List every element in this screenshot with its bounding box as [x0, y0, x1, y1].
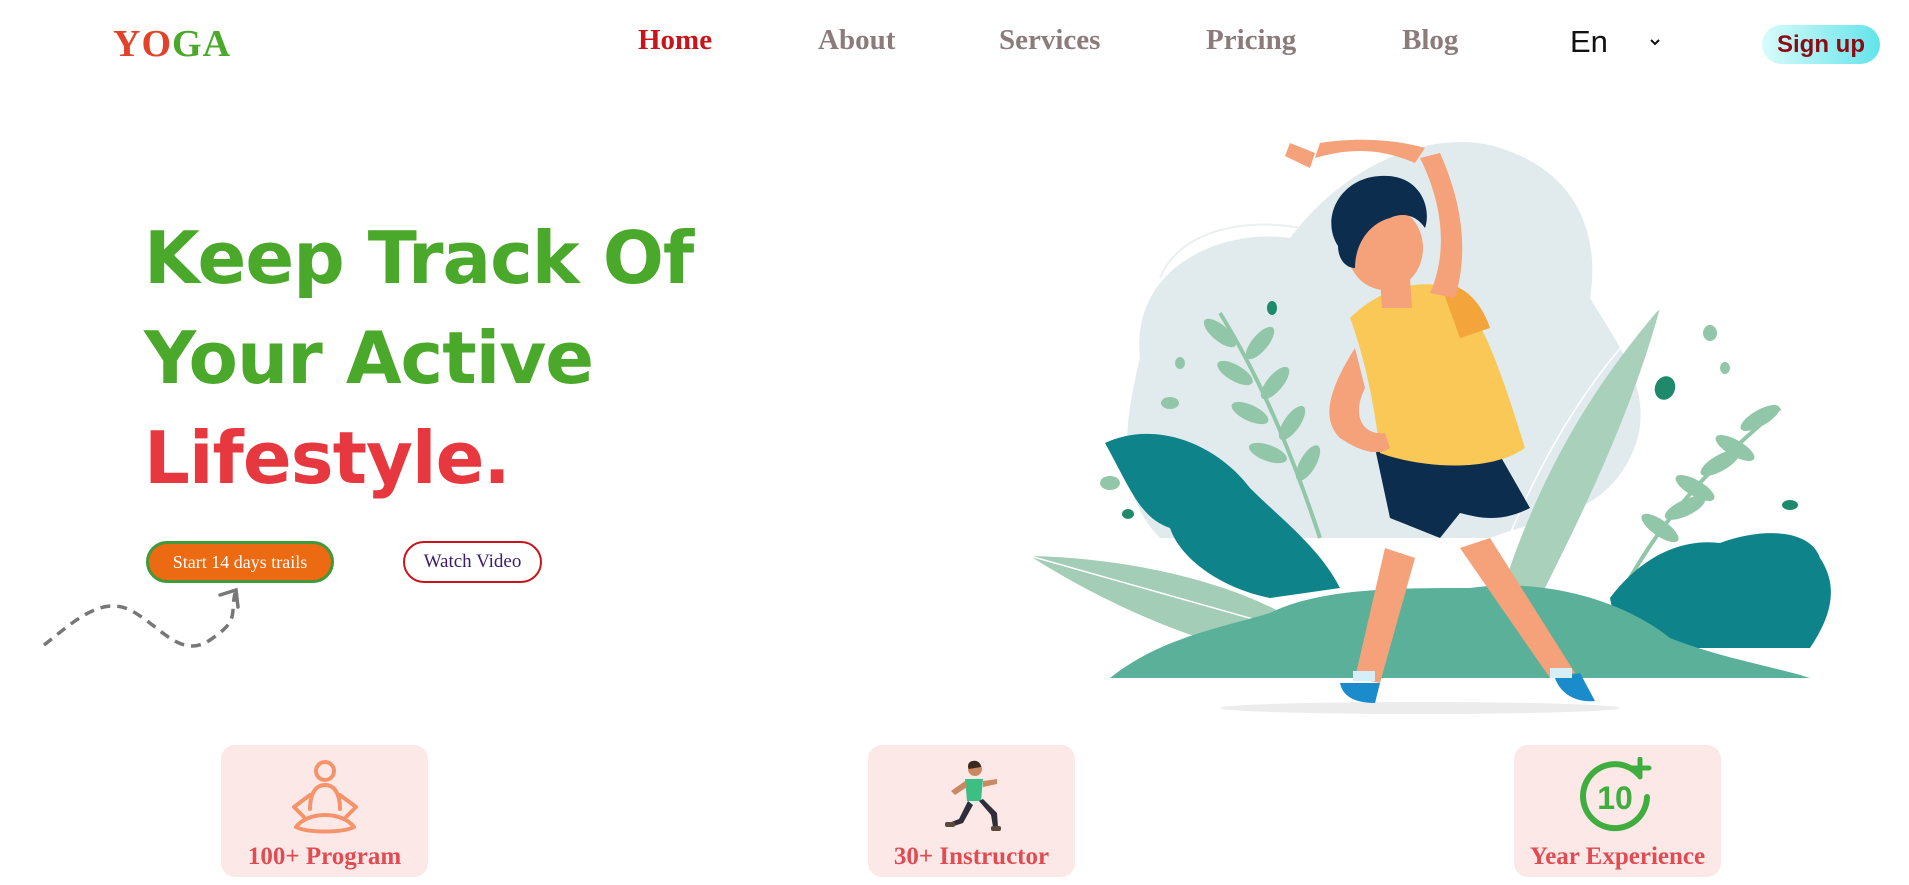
signup-button[interactable]: Sign up: [1762, 25, 1880, 64]
logo-letter: Y: [113, 23, 142, 65]
nav-home[interactable]: Home: [638, 24, 712, 57]
logo-letter: A: [202, 23, 232, 65]
stat-card-instructors: 30+ Instructor: [868, 745, 1075, 877]
meditation-icon: [291, 760, 358, 834]
headline-line-1: Keep Track Of: [144, 216, 694, 300]
running-person-icon: [944, 760, 1001, 831]
nav-blog[interactable]: Blog: [1402, 24, 1458, 57]
stat-label: 100+ Program: [247, 843, 402, 870]
ten-badge-text: 10: [1597, 780, 1633, 816]
stat-card-experience: 10 Year Experience: [1514, 745, 1721, 877]
watch-video-button[interactable]: Watch Video: [403, 541, 542, 583]
language-value: En: [1570, 24, 1608, 59]
hero-headline: Keep Track Of Your Active Lifestyle.: [144, 208, 694, 508]
stat-label: 30+ Instructor: [893, 843, 1050, 870]
headline-line-2: Your Active: [144, 316, 594, 400]
stat-card-programs: 100+ Program: [221, 745, 428, 877]
logo-letter: O: [141, 23, 173, 65]
chevron-down-icon: [1650, 39, 1660, 46]
language-select[interactable]: En: [1570, 24, 1662, 60]
stat-label: Year Experience: [1529, 843, 1706, 870]
nav-about[interactable]: About: [818, 24, 895, 57]
nav-pricing[interactable]: Pricing: [1206, 24, 1296, 57]
ten-plus-icon: 10: [1579, 757, 1651, 832]
start-trial-button[interactable]: Start 14 days trails: [146, 541, 334, 583]
nav-services[interactable]: Services: [999, 24, 1100, 57]
logo-letter: G: [172, 23, 203, 65]
headline-line-3: Lifestyle.: [144, 416, 511, 500]
site-logo[interactable]: YOGA: [113, 22, 231, 66]
yoga-stretch-illustration: [1029, 139, 1831, 714]
dashed-arrow-icon: [42, 587, 240, 648]
